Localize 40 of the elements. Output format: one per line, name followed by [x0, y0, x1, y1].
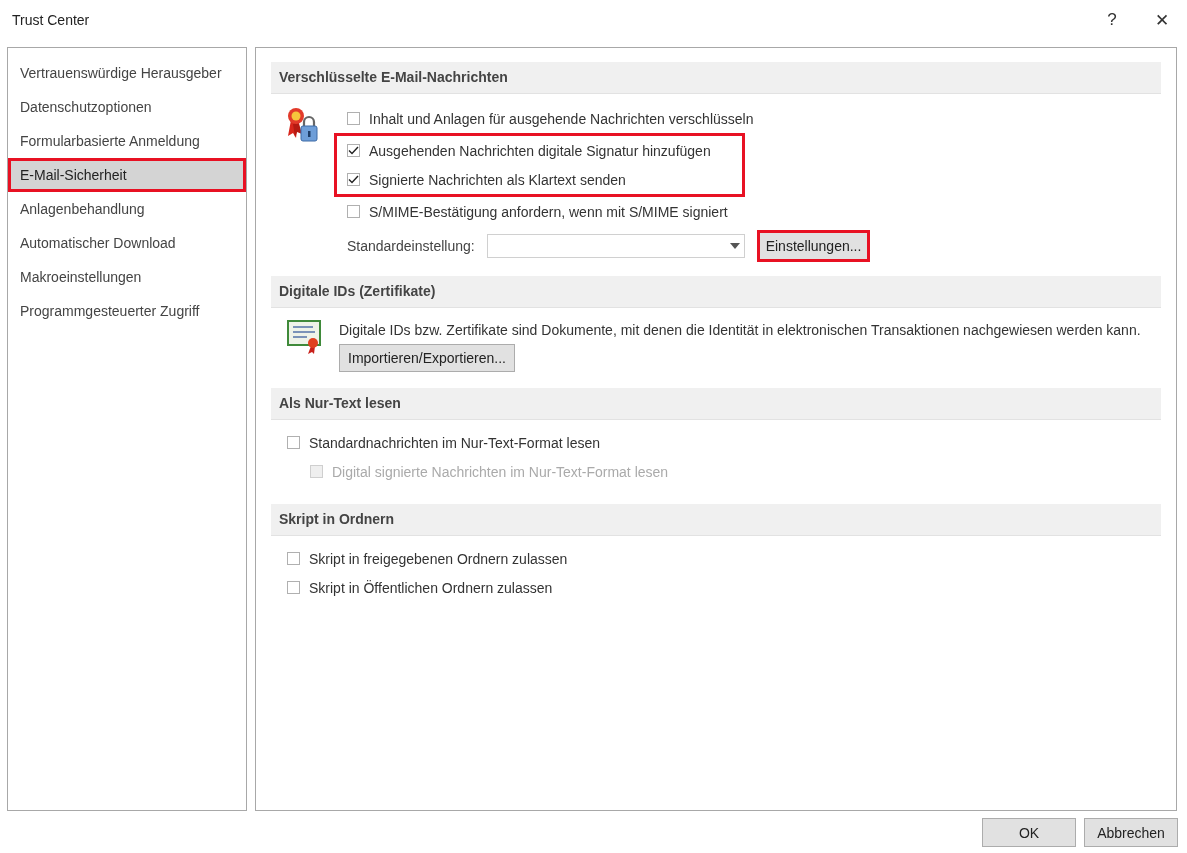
checkbox-label: S/MIME-Bestätigung anfordern, wenn mit S/MIME signiert — [369, 203, 728, 220]
caret-icon — [729, 243, 740, 249]
section-header: Skript in Ordnern — [271, 504, 1161, 536]
checkbox-label: Signierte Nachrichten als Klartext senden — [369, 171, 626, 188]
sidebar-item[interactable]: Programmgesteuerter Zugriff — [8, 294, 246, 328]
section-header: Verschlüsselte E-Mail-Nachrichten — [271, 62, 1161, 94]
sidebar-item[interactable]: Vertrauenswürdige Herausgeber — [8, 56, 246, 90]
dialog-button[interactable]: Abbrechen — [1084, 818, 1178, 847]
close-button[interactable]: ✕ — [1137, 2, 1187, 38]
ribbon-lock-icon — [287, 106, 321, 144]
sidebar-item[interactable]: Anlagenbehandlung — [8, 192, 246, 226]
checkbox[interactable] — [287, 552, 300, 565]
checkbox[interactable] — [347, 144, 360, 157]
settings-button[interactable]: Einstellungen... — [756, 230, 871, 262]
sidebar-item[interactable]: Formularbasierte Anmeldung — [8, 124, 246, 158]
help-button[interactable]: ? — [1087, 2, 1137, 38]
checkbox-label: Skript in freigegebenen Ordnern zulassen — [309, 550, 568, 567]
checkbox-label: Skript in Öffentlichen Ordnern zulassen — [309, 579, 553, 596]
checkbox[interactable] — [347, 173, 360, 186]
checkbox[interactable] — [347, 205, 360, 218]
setting-label: Standardeinstellung: — [347, 238, 475, 254]
sidebar-item[interactable]: Datenschutzoptionen — [8, 90, 246, 124]
checkbox[interactable] — [287, 436, 300, 449]
checkbox[interactable] — [347, 112, 360, 125]
sidebar-item[interactable]: Automatischer Download — [8, 226, 246, 260]
section-header: Digitale IDs (Zertifikate) — [271, 276, 1161, 308]
checkbox-label: Inhalt und Anlagen für ausgehende Nachrichten verschlüsseln — [369, 110, 754, 127]
dialog-button[interactable]: OK — [982, 818, 1076, 847]
checkbox-label: Digital signierte Nachrichten im Nur-Text-Format lesen — [332, 463, 669, 480]
checkbox-label: Ausgehenden Nachrichten digitale Signatur hinzufügen — [369, 142, 711, 159]
window-title: Trust Center — [12, 12, 90, 28]
certificate-icon — [287, 320, 323, 354]
import-export-button[interactable]: Importieren/Exportieren... — [339, 344, 515, 372]
description-text: Digitale IDs bzw. Zertifikate sind Dokumente, mit denen die Identität in elektronischen Transaktionen nachgewiesen werden kann. — [339, 321, 1141, 340]
checkbox[interactable] — [287, 581, 300, 594]
sidebar-item[interactable]: E-Mail-Sicherheit — [8, 158, 246, 192]
checkbox-label: Standardnachrichten im Nur-Text-Format lesen — [309, 434, 600, 451]
dropdown-field[interactable] — [486, 234, 745, 258]
sidebar-item[interactable]: Makroeinstellungen — [8, 260, 246, 294]
section-header: Als Nur-Text lesen — [271, 388, 1161, 420]
